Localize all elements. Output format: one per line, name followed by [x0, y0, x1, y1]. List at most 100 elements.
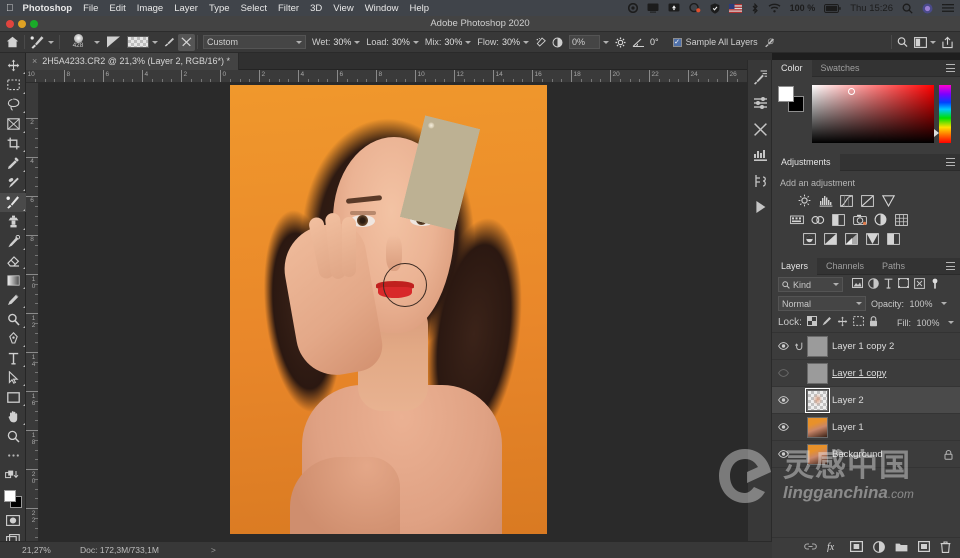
- opacity-control[interactable]: Opacity: 100%: [871, 297, 948, 311]
- clean-after-stroke-button[interactable]: [178, 33, 195, 51]
- foreground-color-swatch[interactable]: [4, 490, 16, 502]
- layer-row[interactable]: Layer 2: [772, 387, 960, 414]
- swap-colors-control[interactable]: [0, 466, 26, 486]
- tool-expand-triangle-icon[interactable]: [22, 189, 25, 191]
- curves-icon[interactable]: [838, 193, 855, 208]
- tool-expand-triangle-icon[interactable]: [22, 306, 25, 308]
- lock-image-pixels-icon[interactable]: [822, 316, 832, 329]
- gradient-tool[interactable]: [0, 271, 26, 291]
- histogram-panel-button[interactable]: [748, 142, 773, 168]
- posterize-icon[interactable]: [822, 231, 839, 246]
- fill-value[interactable]: 100%: [913, 316, 943, 330]
- checkbox-checked-icon[interactable]: ✓: [672, 37, 682, 47]
- tool-expand-triangle-icon[interactable]: [22, 208, 25, 211]
- menu-item-select[interactable]: Select: [241, 3, 267, 14]
- type-tool[interactable]: [0, 349, 26, 369]
- hand-tool[interactable]: [0, 407, 26, 427]
- eyedropper-tool[interactable]: [0, 154, 26, 174]
- tool-expand-triangle-icon[interactable]: [22, 403, 25, 406]
- brush-preset-chevron-icon[interactable]: [94, 40, 100, 44]
- lock-artboard-icon[interactable]: [853, 316, 864, 329]
- tool-expand-triangle-icon[interactable]: [22, 91, 25, 94]
- filter-shape-icon[interactable]: [898, 278, 909, 291]
- zoom-tool[interactable]: [0, 427, 26, 447]
- zoom-level[interactable]: 21,27%: [0, 545, 68, 555]
- layer-style-fx-icon[interactable]: fx: [827, 541, 840, 555]
- path-selection-tool[interactable]: [0, 368, 26, 388]
- menu-item-3d[interactable]: 3D: [310, 3, 322, 14]
- blend-mode-chevron-icon[interactable]: [856, 302, 862, 305]
- tool-expand-triangle-icon[interactable]: [22, 325, 25, 328]
- filter-pixel-icon[interactable]: [852, 278, 863, 291]
- airdrop-icon[interactable]: [668, 3, 680, 13]
- filter-type-icon[interactable]: [884, 278, 893, 292]
- layer-name[interactable]: Layer 1: [832, 422, 864, 433]
- airbrush-button[interactable]: [532, 34, 549, 51]
- document-canvas[interactable]: [230, 85, 547, 534]
- menu-item-image[interactable]: Image: [137, 3, 163, 14]
- crop-tool[interactable]: [0, 134, 26, 154]
- lock-position-icon[interactable]: [837, 316, 848, 330]
- brush-angle-value[interactable]: 0°: [650, 37, 659, 47]
- menu-item-photoshop[interactable]: Photoshop: [23, 3, 73, 14]
- threshold-icon[interactable]: [843, 231, 860, 246]
- layer-visibility-toggle[interactable]: [776, 342, 790, 350]
- transparent-swatch-icon[interactable]: [127, 36, 149, 48]
- screen-mode-chevron-icon[interactable]: [930, 40, 936, 44]
- load-chevron-icon[interactable]: [412, 40, 419, 44]
- share-button[interactable]: [939, 34, 956, 51]
- layer-name[interactable]: Layer 2: [832, 395, 864, 406]
- apple-icon[interactable]: : [6, 3, 14, 14]
- tab-channels[interactable]: Channels: [817, 258, 873, 275]
- brush-angle-control[interactable]: 0°: [629, 32, 662, 53]
- new-layer-icon[interactable]: [918, 541, 931, 555]
- menu-item-file[interactable]: File: [83, 3, 98, 14]
- filter-adjustment-icon[interactable]: [868, 277, 879, 292]
- menu-item-layer[interactable]: Layer: [174, 3, 198, 14]
- home-button[interactable]: [3, 32, 22, 53]
- mix-chevron-icon[interactable]: [465, 40, 472, 44]
- brush-load-swatch[interactable]: [124, 32, 161, 53]
- brush-size-preview[interactable]: 428: [65, 32, 91, 53]
- preset-chevron-icon[interactable]: [296, 40, 302, 44]
- panel-menu-icon[interactable]: [946, 64, 955, 72]
- flow-chevron-icon[interactable]: [522, 40, 529, 44]
- menu-item-window[interactable]: Window: [365, 3, 399, 14]
- foreground-background-colors[interactable]: [0, 487, 26, 511]
- invert-icon[interactable]: [801, 231, 818, 246]
- load-value[interactable]: 30%: [392, 37, 410, 47]
- layer-name[interactable]: Layer 1 copy: [832, 368, 886, 379]
- tab-paths[interactable]: Paths: [873, 258, 914, 275]
- layer-thumbnail[interactable]: [805, 387, 830, 413]
- clean-brush-button[interactable]: [161, 34, 178, 51]
- tool-expand-triangle-icon[interactable]: [22, 247, 25, 250]
- spotlight-icon[interactable]: [902, 3, 913, 14]
- info-panel-button[interactable]: [748, 168, 773, 194]
- tool-expand-triangle-icon[interactable]: [22, 384, 25, 386]
- add-mask-icon[interactable]: [850, 541, 864, 555]
- opacity-chevron-icon[interactable]: [941, 302, 948, 305]
- active-tool-button[interactable]: [27, 32, 57, 53]
- tool-expand-triangle-icon[interactable]: [22, 423, 25, 425]
- tool-expand-triangle-icon[interactable]: [22, 364, 25, 367]
- flow-control[interactable]: Flow: 30%: [474, 32, 532, 53]
- layer-thumbnail[interactable]: [807, 362, 828, 384]
- foreground-color-swatch[interactable]: [778, 86, 794, 102]
- gradient-map-icon[interactable]: [864, 231, 881, 246]
- tool-expand-triangle-icon[interactable]: [22, 111, 25, 113]
- quick-mask-tool[interactable]: [0, 511, 26, 531]
- sample-all-layers-checkbox[interactable]: ✓ Sample All Layers: [670, 32, 761, 53]
- hue-saturation-icon[interactable]: [788, 212, 805, 227]
- panel-menu-icon[interactable]: [946, 262, 955, 270]
- hue-strip[interactable]: [939, 85, 951, 143]
- wet-value[interactable]: 30%: [333, 37, 351, 47]
- layer-visibility-toggle[interactable]: [776, 423, 790, 431]
- pen-tool[interactable]: [0, 329, 26, 349]
- fill-chevron-icon[interactable]: [948, 321, 954, 324]
- maximize-window-button[interactable]: [30, 20, 38, 28]
- levels-icon[interactable]: [817, 193, 834, 208]
- tablet-pressure-button[interactable]: [761, 34, 778, 51]
- tool-expand-triangle-icon[interactable]: [22, 150, 25, 152]
- actions-panel-button[interactable]: [748, 194, 773, 220]
- layer-visibility-toggle[interactable]: [776, 369, 790, 377]
